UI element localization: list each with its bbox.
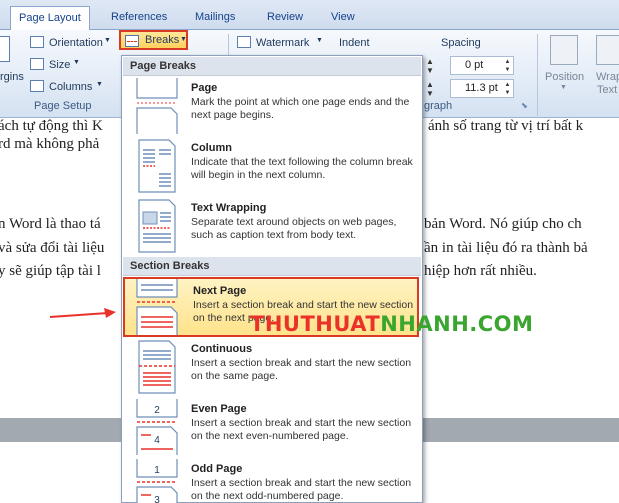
breaks-label: Breaks <box>145 34 180 46</box>
chevron-down-icon: ▼ <box>104 37 111 44</box>
chevron-down-icon: ▼ <box>96 81 103 88</box>
doc-text-line: ần in tài liệu đó ra thành bả <box>424 240 588 256</box>
menu-item-title: Column <box>191 142 232 154</box>
wrap-text-button-line2[interactable]: Text <box>597 84 617 96</box>
menu-item-desc: Insert a section break and start the new… <box>191 417 412 442</box>
tab-review[interactable]: Review <box>259 6 311 30</box>
margins-icon[interactable] <box>0 36 10 62</box>
next-page-icon <box>136 279 178 335</box>
page-breaks-header: Page Breaks <box>123 57 421 76</box>
page-break-icon <box>136 78 178 134</box>
menu-item-desc: Separate text around objects on web page… <box>191 216 397 241</box>
menu-item-desc: Insert a section break and start the new… <box>191 477 412 502</box>
orientation-icon <box>30 36 44 48</box>
doc-text-line: ách tự động thì K <box>0 118 103 134</box>
svg-text:4: 4 <box>154 435 160 446</box>
watermark-part2: NHANH <box>380 312 470 336</box>
tab-view[interactable]: View <box>323 6 363 30</box>
spin-arrows-icon[interactable]: ▲ ▼ <box>426 80 434 98</box>
watermark-part3: .COM <box>469 312 534 336</box>
spacing-label: Spacing <box>441 37 481 49</box>
tab-mailings[interactable]: Mailings <box>187 6 243 30</box>
orientation-button[interactable]: Orientation <box>49 37 103 49</box>
text-wrapping-icon <box>138 199 176 253</box>
tab-page-layout[interactable]: Page Layout <box>10 6 90 31</box>
menu-item-continuous[interactable]: Continuous Insert a section break and st… <box>123 337 421 397</box>
breaks-button[interactable]: Breaks ▼ <box>119 30 188 50</box>
position-icon <box>550 35 578 65</box>
indent-label: Indent <box>339 37 370 49</box>
section-breaks-header: Section Breaks <box>123 257 421 276</box>
size-icon <box>30 58 44 70</box>
columns-button[interactable]: Columns <box>49 81 92 93</box>
breaks-dropdown-menu: Page Breaks Page Mark the point at which… <box>121 55 423 503</box>
even-page-icon: 2 4 <box>136 399 178 455</box>
svg-text:2: 2 <box>154 405 160 416</box>
column-break-icon <box>138 139 176 193</box>
chevron-down-icon: ▼ <box>316 37 323 44</box>
watermark-part1: THUTHUAT <box>250 312 381 336</box>
menu-item-title: Continuous <box>191 343 253 355</box>
chevron-down-icon: ▼ <box>560 84 567 91</box>
menu-item-title: Odd Page <box>191 463 243 475</box>
menu-item-title: Even Page <box>191 403 247 415</box>
menu-item-desc: Indicate that the text following the col… <box>191 156 413 181</box>
doc-text-line: hiệp hơn rất nhiều. <box>424 263 537 279</box>
spacing-after-value: 11.3 pt <box>465 82 498 94</box>
menu-item-column-break[interactable]: Column Indicate that the text following … <box>123 136 421 196</box>
spacing-after-field[interactable]: 11.3 pt ▲ ▼ <box>450 79 514 98</box>
position-button[interactable]: Position <box>545 71 584 83</box>
watermark-icon <box>237 36 251 48</box>
doc-text-line: y sẽ giúp tập tài l <box>0 263 101 279</box>
margins-label[interactable]: rgins <box>0 71 24 83</box>
spacing-before-value: 0 pt <box>465 59 484 71</box>
wrap-text-icon <box>596 35 619 65</box>
menu-item-page-break[interactable]: Page Mark the point at which one page en… <box>123 76 421 136</box>
menu-item-text-wrapping[interactable]: Text Wrapping Separate text around objec… <box>123 196 421 256</box>
doc-text-line: và sửa đổi tài liệu <box>0 240 105 256</box>
breaks-icon <box>125 35 139 47</box>
wrap-text-button[interactable]: Wrap <box>596 71 619 83</box>
ribbon-separator <box>537 34 538 116</box>
spacing-before-field[interactable]: 0 pt ▲ ▼ <box>450 56 514 75</box>
menu-item-desc: Mark the point at which one page ends an… <box>191 96 410 121</box>
site-watermark: THUTHUATNHANH.COM <box>250 312 533 336</box>
menu-item-desc: Insert a section break and start the new… <box>191 357 412 382</box>
spin-arrows-icon[interactable]: ▲ ▼ <box>426 57 434 75</box>
chevron-down-icon: ▼ <box>180 36 187 43</box>
menu-item-odd-page[interactable]: 1 3 Odd Page Insert a section break and … <box>123 457 421 503</box>
arrow-right-icon <box>49 308 116 318</box>
doc-text-line: ánh số trang từ vị trí bất k <box>428 118 584 134</box>
menu-item-even-page[interactable]: 2 4 Even Page Insert a section break and… <box>123 397 421 457</box>
dialog-launcher-icon[interactable]: ⬊ <box>521 101 528 110</box>
menu-item-title: Text Wrapping <box>191 202 267 214</box>
svg-text:1: 1 <box>154 465 160 476</box>
spinner-icon[interactable]: ▲ ▼ <box>503 81 512 97</box>
doc-text-line: bản Word. Nó giúp cho ch <box>424 216 582 232</box>
menu-item-title: Next Page <box>193 285 247 297</box>
size-button[interactable]: Size <box>49 59 70 71</box>
tab-references[interactable]: References <box>103 6 175 30</box>
paragraph-group-label: graph <box>424 100 453 112</box>
menu-item-title: Page <box>191 82 218 94</box>
odd-page-icon: 1 3 <box>136 459 178 503</box>
ribbon-tab-bar: Page Layout References Mailings Review V… <box>0 0 619 31</box>
doc-text-line: n Word là thao tá <box>0 216 101 232</box>
spinner-icon[interactable]: ▲ ▼ <box>503 58 512 74</box>
svg-text:3: 3 <box>154 495 160 503</box>
page-setup-group-label: Page Setup <box>34 100 92 112</box>
watermark-button[interactable]: Watermark <box>256 37 309 49</box>
continuous-icon <box>138 340 176 394</box>
chevron-down-icon: ▼ <box>73 59 80 66</box>
doc-text-line: rd mà không phả <box>0 136 100 152</box>
columns-icon <box>30 80 44 92</box>
